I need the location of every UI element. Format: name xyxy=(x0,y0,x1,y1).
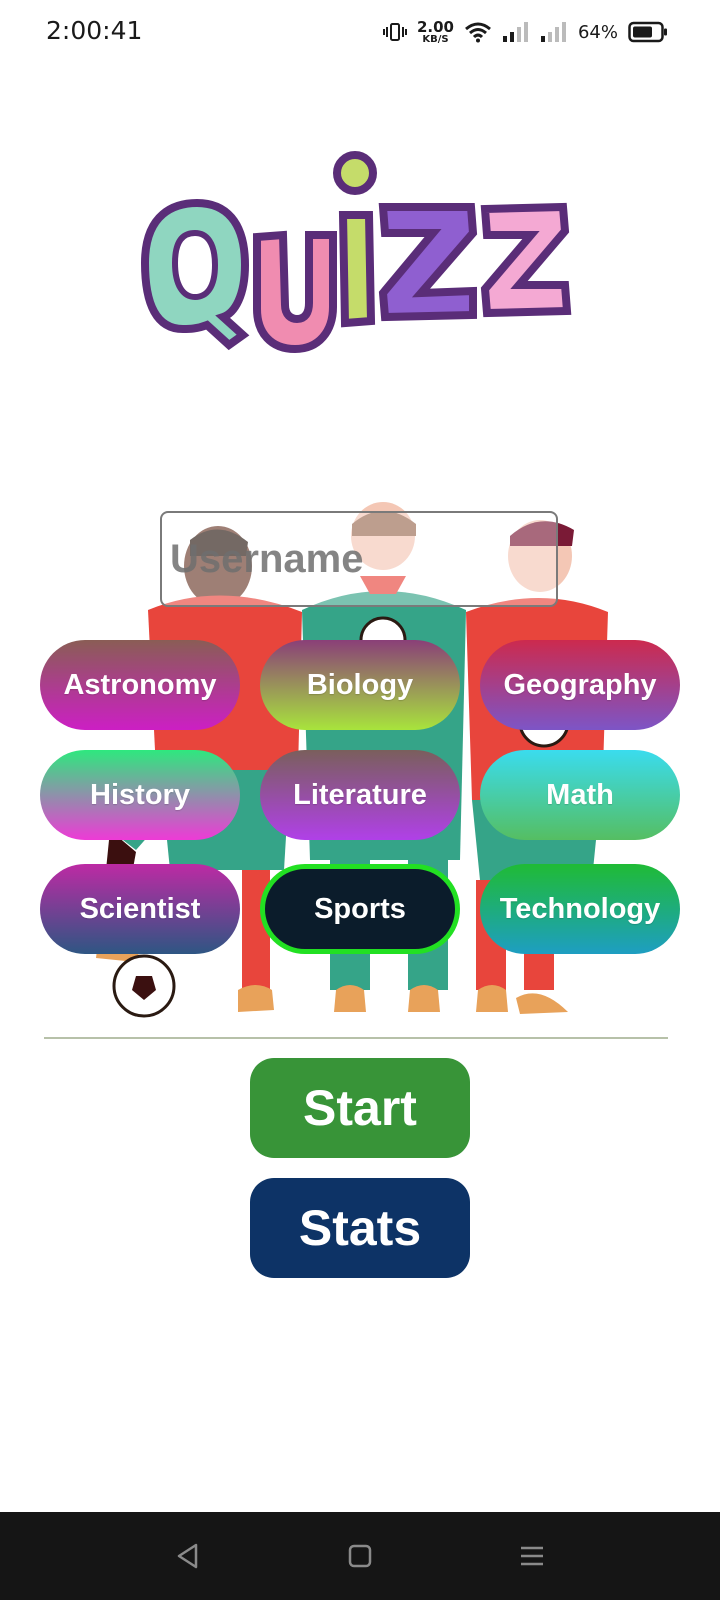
divider-line xyxy=(44,1037,668,1039)
category-sports-button[interactable]: Sports xyxy=(260,864,460,954)
vibrate-icon xyxy=(382,23,407,41)
signal-icon-2 xyxy=(540,22,566,42)
logo-letter-u xyxy=(253,230,337,354)
start-button[interactable]: Start xyxy=(250,1058,470,1158)
username-input[interactable] xyxy=(160,511,558,607)
category-math-button[interactable]: Math xyxy=(480,750,680,840)
battery-percent: 64% xyxy=(577,21,618,43)
category-biology-button[interactable]: Biology xyxy=(260,640,460,730)
signal-icon xyxy=(502,22,528,42)
category-history-button[interactable]: History xyxy=(40,750,240,840)
logo-letter-z1 xyxy=(378,203,478,322)
home-square-icon[interactable] xyxy=(346,1542,374,1570)
category-literature-button[interactable]: Literature xyxy=(260,750,460,840)
category-astronomy-button[interactable]: Astronomy xyxy=(40,640,240,730)
logo-letter-q xyxy=(140,198,250,351)
net-speed-unit: KB/S xyxy=(422,33,449,45)
navigation-bar xyxy=(0,1512,720,1600)
back-triangle-icon[interactable] xyxy=(174,1542,202,1570)
stats-button[interactable]: Stats xyxy=(250,1178,470,1278)
net-speed: 2.00 KB/S xyxy=(416,17,454,45)
menu-lines-icon[interactable] xyxy=(518,1542,546,1570)
category-technology-button[interactable]: Technology xyxy=(480,864,680,954)
logo-letter-i xyxy=(333,151,377,328)
status-time: 2:00:41 xyxy=(46,16,143,45)
category-scientist-button[interactable]: Scientist xyxy=(40,864,240,954)
status-icons: 2.00 KB/S 64% xyxy=(382,14,668,50)
wifi-icon xyxy=(465,22,491,43)
logo-letter-z2 xyxy=(480,202,572,318)
battery-icon xyxy=(628,21,667,43)
status-bar: 2:00:41 2.00 KB/S 64% xyxy=(0,0,720,64)
net-speed-value: 2.00 xyxy=(416,17,454,36)
quizz-logo xyxy=(140,151,572,354)
category-geography-button[interactable]: Geography xyxy=(480,640,680,730)
